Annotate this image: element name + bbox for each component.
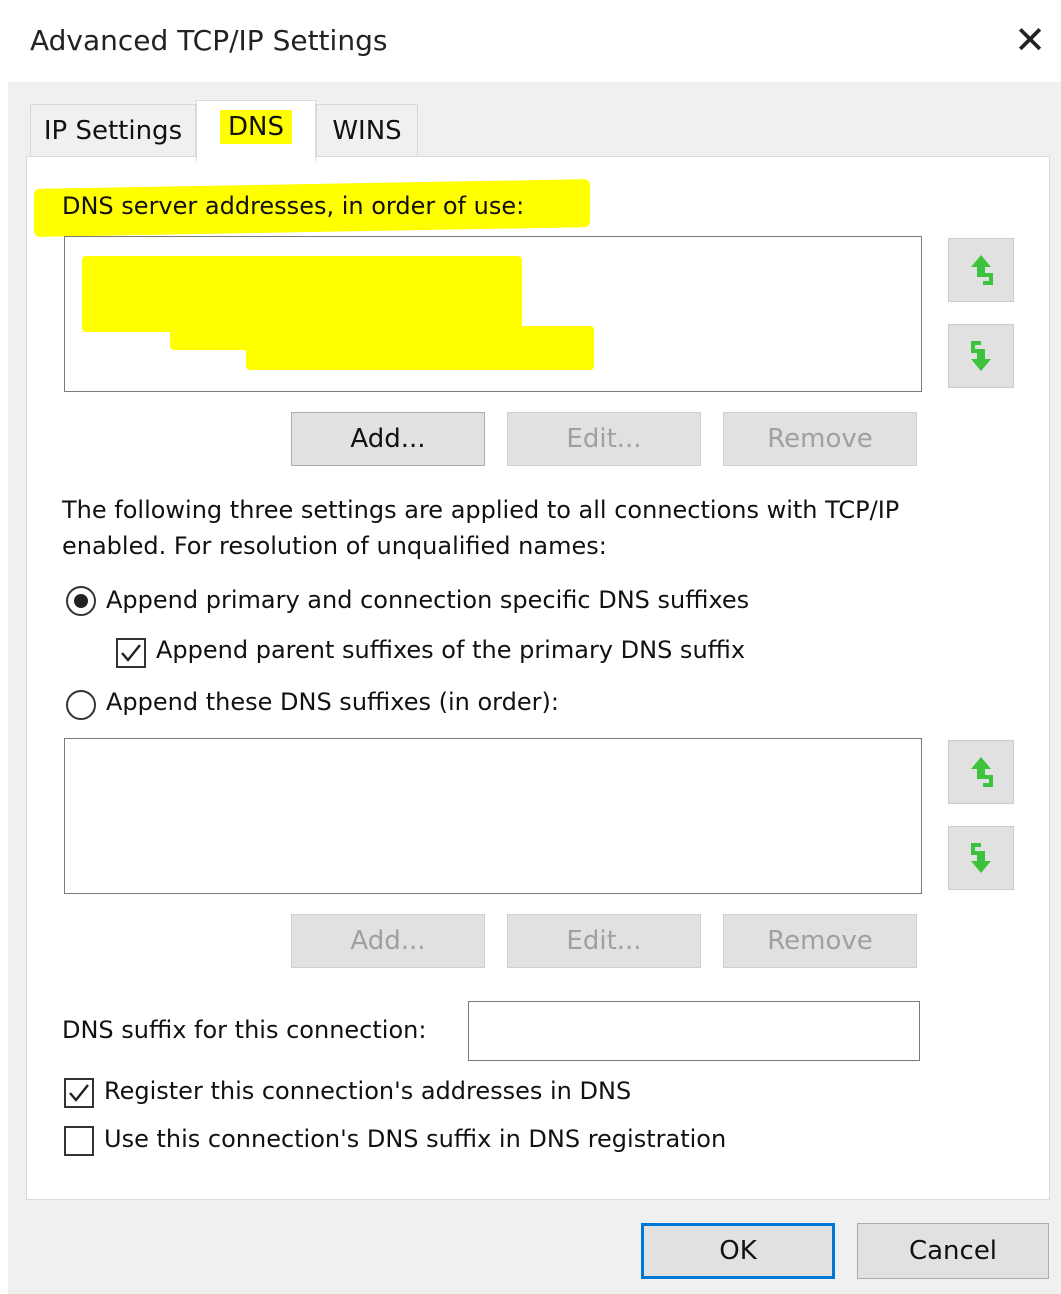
remove-suffix-button[interactable]: Remove [723,914,917,968]
arrow-up-icon [971,255,993,285]
remove-server-button[interactable]: Remove [723,412,917,466]
checkmark-icon [121,644,141,662]
radio-append-primary-label: Append primary and connection specific D… [106,586,750,614]
title-bar: Advanced TCP/IP Settings ✕ [0,0,1061,82]
dns-suffix-list[interactable] [64,738,922,894]
move-suffix-down-button[interactable] [948,826,1014,890]
radio-append-primary[interactable] [66,586,96,616]
check-register-addresses[interactable] [64,1078,94,1108]
add-suffix-button[interactable]: Add... [291,914,485,968]
info-text-line-1: The following three settings are applied… [62,496,900,524]
arrow-down-icon [971,341,991,371]
add-server-button[interactable]: Add... [291,412,485,466]
arrow-up-icon [971,757,993,787]
radio-append-these-label: Append these DNS suffixes (in order): [106,688,559,716]
move-server-up-button[interactable] [948,238,1014,302]
connection-suffix-input[interactable] [468,1001,920,1061]
tab-wins[interactable]: WINS [316,104,418,157]
check-use-suffix-label: Use this connection's DNS suffix in DNS … [104,1125,727,1153]
check-append-parent-label: Append parent suffixes of the primary DN… [156,636,746,664]
checkmark-icon [69,1084,89,1102]
check-use-suffix[interactable] [64,1126,94,1156]
dns-servers-label: DNS server addresses, in order of use: [62,192,525,220]
move-server-down-button[interactable] [948,324,1014,388]
edit-suffix-button[interactable]: Edit... [507,914,701,968]
ok-button[interactable]: OK [641,1223,835,1279]
cancel-button[interactable]: Cancel [857,1223,1049,1279]
arrow-down-icon [971,843,991,873]
info-text-line-2: enabled. For resolution of unqualified n… [62,532,607,560]
window-title: Advanced TCP/IP Settings [30,24,388,57]
radio-append-these[interactable] [66,690,96,720]
tab-ip-settings[interactable]: IP Settings [30,104,196,157]
move-suffix-up-button[interactable] [948,740,1014,804]
check-register-addresses-label: Register this connection's addresses in … [104,1077,632,1105]
edit-server-button[interactable]: Edit... [507,412,701,466]
close-icon[interactable]: ✕ [1010,20,1050,60]
tab-dns-label: DNS [220,110,292,144]
redaction-mark [246,326,594,370]
check-append-parent[interactable] [116,638,146,668]
radio-selected-dot [74,594,88,608]
connection-suffix-label: DNS suffix for this connection: [62,1016,427,1044]
tab-dns[interactable]: DNS [196,100,316,161]
